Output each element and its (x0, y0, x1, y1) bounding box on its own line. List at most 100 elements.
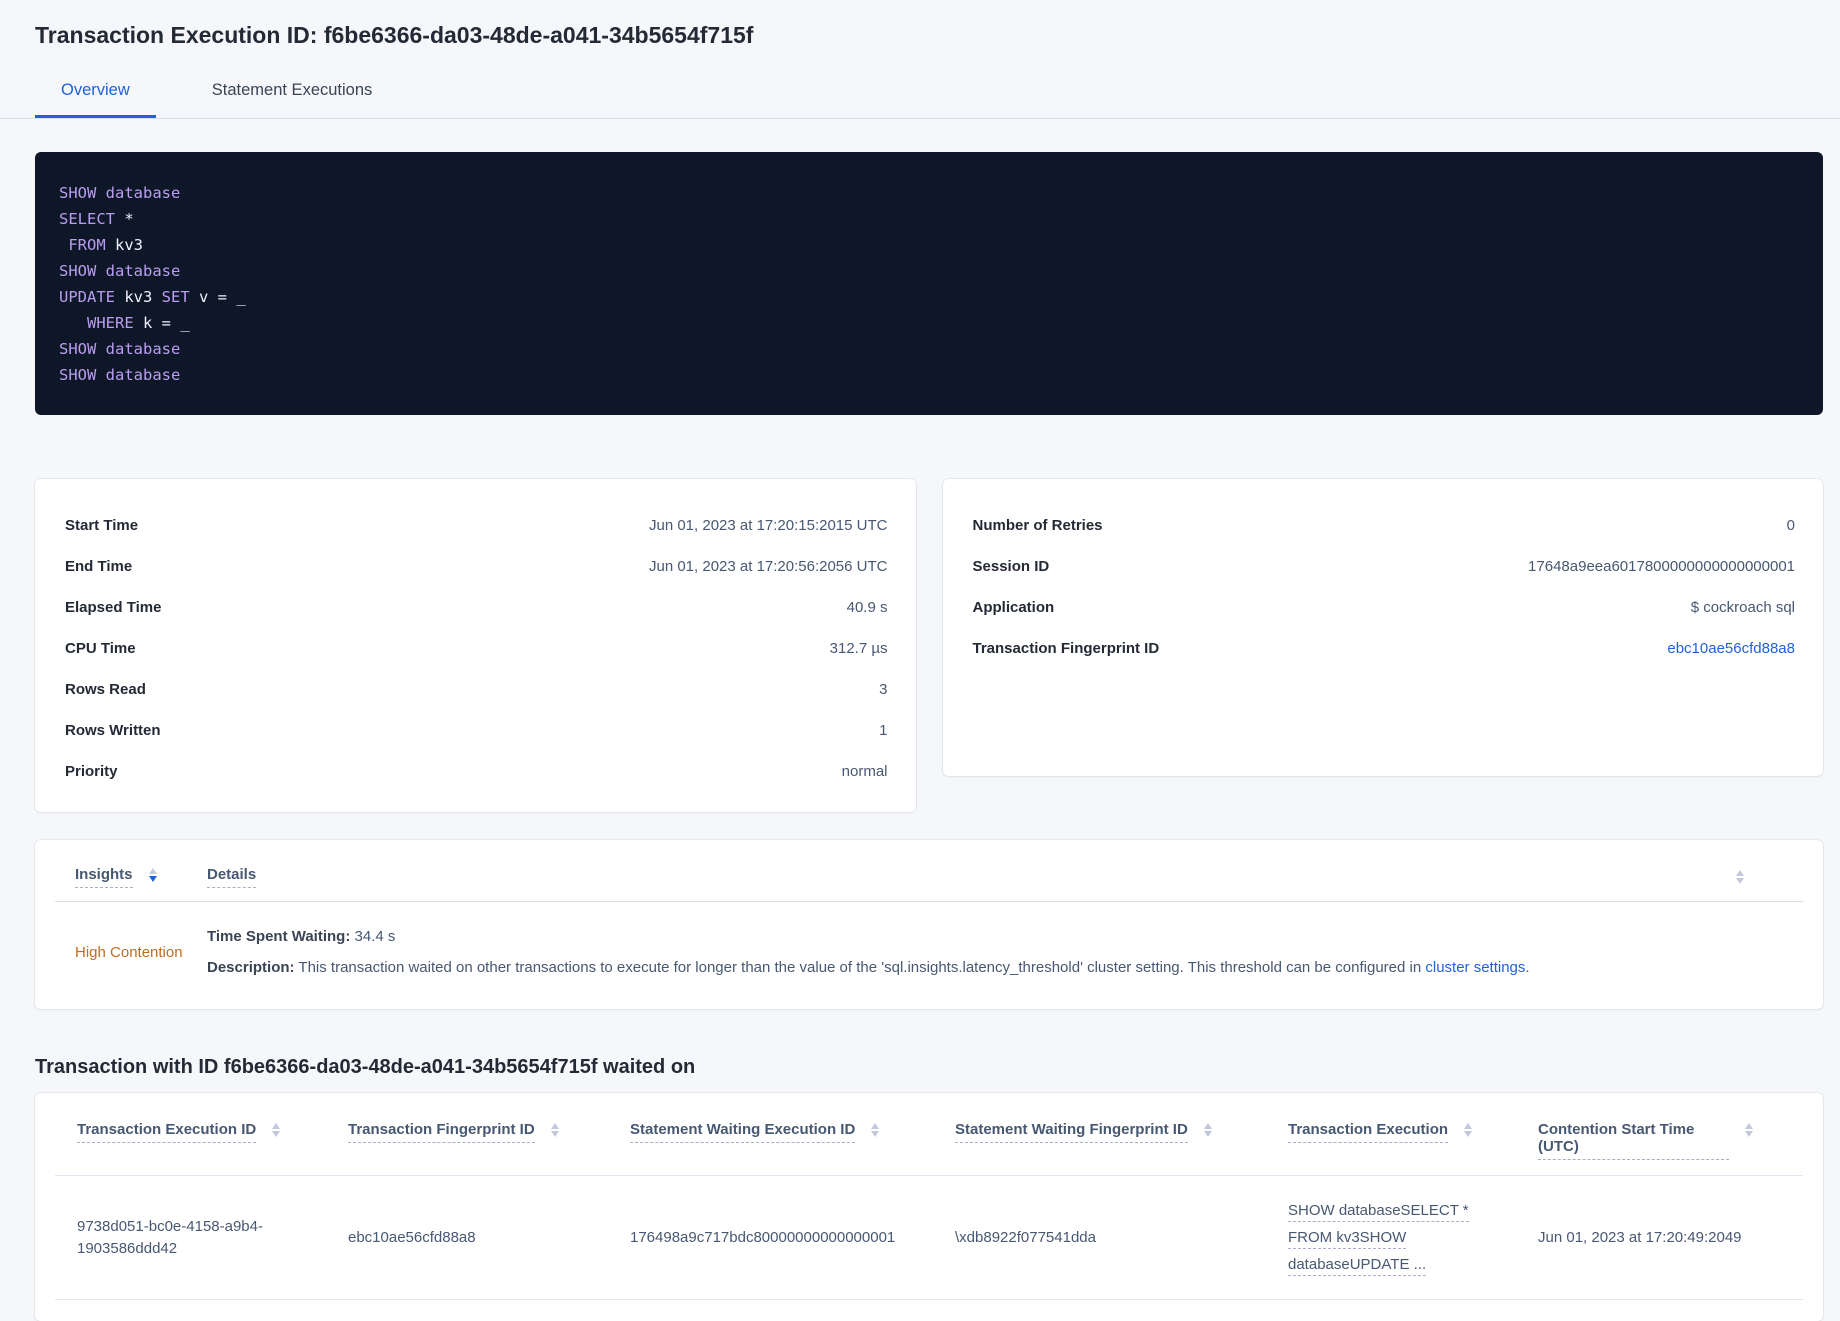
sort-icon[interactable] (1203, 1121, 1212, 1137)
sort-icon[interactable] (1736, 868, 1744, 884)
sql-line: SHOW database (59, 180, 1799, 206)
insight-type-badge: High Contention (75, 944, 183, 961)
time-spent-waiting: Time Spent Waiting: 34.4 s (207, 926, 1783, 949)
kv-row-end-time: End Time Jun 01, 2023 at 17:20:56:2056 U… (65, 546, 888, 587)
column-header-contention-start-time: Contention Start Time (UTC) (1538, 1121, 1781, 1160)
column-header-label[interactable]: Statement Waiting Execution ID (630, 1121, 856, 1143)
kv-row-rows-written: Rows Written 1 (65, 710, 888, 751)
tab-bar: Overview Statement Executions (0, 81, 1840, 119)
sql-line: WHERE k = _ (59, 310, 1799, 336)
sql-keyword: UPDATE (59, 288, 115, 306)
tab-statement-executions[interactable]: Statement Executions (186, 81, 399, 118)
transaction-execution-snippet[interactable]: SHOW databaseSELECT * (1288, 1200, 1510, 1222)
waited-on-table-header: Transaction Execution ID Transaction Fin… (35, 1093, 1823, 1160)
sql-keyword: SHOW database (59, 184, 181, 202)
kv-value: normal (841, 763, 888, 780)
sql-keyword: FROM (59, 236, 106, 254)
kv-row-transaction-fingerprint-id: Transaction Fingerprint ID ebc10ae56cfd8… (973, 628, 1796, 669)
session-info-card: Number of Retries 0 Session ID 17648a9ee… (942, 479, 1823, 776)
transaction-execution-snippet[interactable]: FROM kv3SHOW (1288, 1227, 1510, 1249)
tab-overview[interactable]: Overview (35, 81, 156, 118)
description-label: Description: (207, 958, 295, 976)
insight-description: Description: This transaction waited on … (207, 957, 1783, 980)
insights-card: Insights Details High Contention Time Sp… (35, 840, 1823, 1009)
column-header-label[interactable]: Transaction Execution ID (77, 1121, 257, 1143)
sql-line: SELECT * (59, 206, 1799, 232)
kv-value: 312.7 µs (829, 640, 888, 657)
sort-icon[interactable] (272, 1121, 281, 1137)
sql-text: v = _ (189, 288, 246, 306)
waiting-value: 34.4 s (350, 928, 396, 945)
kv-label: Priority (65, 763, 118, 780)
kv-label: Elapsed Time (65, 599, 162, 616)
cell-transaction-fingerprint-id: ebc10ae56cfd88a8 (348, 1228, 476, 1246)
column-header-transaction-execution: Transaction Execution (1288, 1121, 1538, 1160)
kv-value: $ cockroach sql (1690, 599, 1795, 616)
kv-label: Session ID (972, 558, 1050, 575)
table-row: 9738d051-bc0e-4158-a9b4-1903586ddd42 ebc… (55, 1176, 1803, 1301)
kv-row-number-of-retries: Number of Retries 0 (973, 505, 1796, 546)
insights-header-label[interactable]: Insights (75, 866, 133, 888)
page-title: Transaction Execution ID: f6be6366-da03-… (35, 22, 754, 48)
description-text: This transaction waited on other transac… (294, 958, 1426, 976)
sql-keyword: SHOW database (59, 340, 181, 358)
sql-statements-box: SHOW database SELECT * FROM kv3 SHOW dat… (35, 152, 1823, 415)
kv-value: 17648a9eea6017800000000000000001 (1528, 558, 1795, 575)
kv-value: 40.9 s (846, 599, 888, 616)
kv-row-cpu-time: CPU Time 312.7 µs (65, 628, 888, 669)
column-header-transaction-execution-id: Transaction Execution ID (77, 1121, 348, 1160)
summary-cards-row: Start Time Jun 01, 2023 at 17:20:15:2015… (35, 479, 1823, 812)
cluster-settings-link[interactable]: cluster settings (1425, 959, 1525, 976)
sql-keyword: SHOW database (59, 366, 181, 384)
execution-times-card: Start Time Jun 01, 2023 at 17:20:15:2015… (35, 479, 916, 812)
insights-column-header: Insights (75, 866, 207, 888)
sql-line: SHOW database (59, 258, 1799, 284)
column-header-transaction-fingerprint-id: Transaction Fingerprint ID (348, 1121, 630, 1160)
sort-icon[interactable] (871, 1121, 880, 1137)
kv-label: Application (972, 599, 1055, 616)
sql-keyword: SELECT (59, 210, 115, 228)
kv-row-rows-read: Rows Read 3 (65, 669, 888, 710)
transaction-fingerprint-link[interactable]: ebc10ae56cfd88a8 (1667, 640, 1795, 657)
column-header-label[interactable]: Statement Waiting Fingerprint ID (955, 1121, 1188, 1143)
sql-keyword: SET (161, 288, 190, 306)
kv-row-elapsed-time: Elapsed Time 40.9 s (65, 587, 888, 628)
kv-label: Rows Written (65, 722, 161, 739)
insight-row: High Contention Time Spent Waiting: 34.4… (35, 902, 1823, 1009)
column-header-label[interactable]: Transaction Fingerprint ID (348, 1121, 535, 1143)
sort-icon[interactable] (550, 1121, 559, 1137)
column-header-label[interactable]: Transaction Execution (1288, 1121, 1449, 1143)
sort-icon[interactable] (148, 866, 157, 882)
sql-text: * (115, 210, 134, 228)
sql-keyword: SHOW database (59, 262, 181, 280)
sql-text: kv3 (105, 236, 143, 254)
column-header-label[interactable]: Contention Start Time (UTC) (1538, 1121, 1729, 1160)
cell-transaction-execution: SHOW databaseSELECT * FROM kv3SHOW datab… (1288, 1200, 1538, 1276)
kv-label: Rows Read (65, 681, 146, 698)
sql-text: kv3 (115, 288, 162, 306)
kv-row-application: Application $ cockroach sql (973, 587, 1796, 628)
kv-row-priority: Priority normal (65, 751, 888, 792)
insight-details: Time Spent Waiting: 34.4 s Description: … (207, 926, 1783, 979)
kv-value: 1 (879, 722, 888, 739)
description-period: . (1525, 958, 1530, 976)
sql-line: FROM kv3 (59, 232, 1799, 258)
transaction-details-page: Transaction Execution ID: f6be6366-da03-… (0, 0, 1840, 1321)
details-header-label[interactable]: Details (207, 866, 257, 888)
waited-on-table: Transaction Execution ID Transaction Fin… (35, 1093, 1823, 1321)
transaction-execution-snippet[interactable]: databaseUPDATE ... (1288, 1254, 1510, 1276)
cell-statement-waiting-execution-id: 176498a9c717bdc80000000000000001 (630, 1228, 896, 1246)
kv-label: End Time (65, 558, 133, 575)
kv-value: Jun 01, 2023 at 17:20:56:2056 UTC (648, 558, 888, 575)
sql-text: k = _ (133, 314, 190, 332)
sort-icon[interactable] (1745, 1121, 1753, 1137)
kv-row-start-time: Start Time Jun 01, 2023 at 17:20:15:2015… (65, 505, 888, 546)
waiting-label: Time Spent Waiting: (207, 928, 351, 945)
kv-value: Jun 01, 2023 at 17:20:15:2015 UTC (648, 517, 888, 534)
cell-statement-waiting-fingerprint-id: \xdb8922f077541dda (955, 1228, 1096, 1246)
kv-label: Start Time (65, 517, 139, 534)
waited-on-heading: Transaction with ID f6be6366-da03-48de-a… (35, 1056, 696, 1078)
insights-table-header: Insights Details (35, 840, 1823, 901)
sort-icon[interactable] (1464, 1121, 1473, 1137)
kv-label: Transaction Fingerprint ID (972, 640, 1160, 657)
